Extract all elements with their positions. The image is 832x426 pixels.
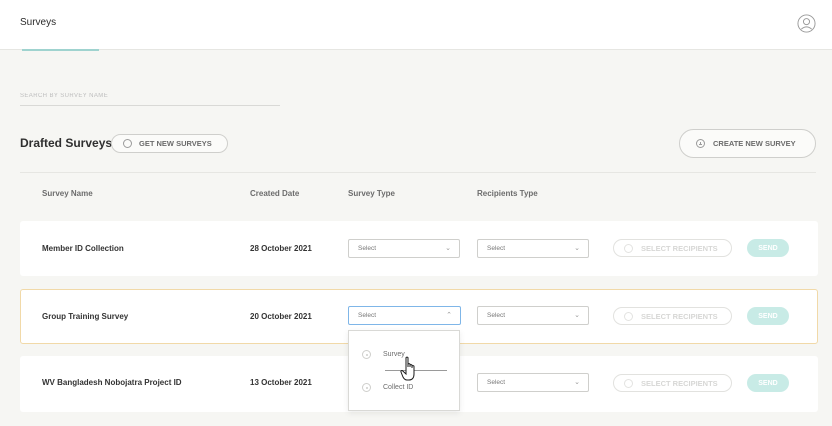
chevron-down-icon: ⌄ (574, 379, 580, 386)
plus-icon (624, 311, 633, 321)
send-button[interactable]: SEND (747, 307, 789, 325)
survey-name: Group Training Survey (42, 312, 129, 321)
chevron-up-icon: ⌃ (446, 312, 452, 319)
plus-icon (696, 139, 705, 148)
page-title: Surveys (20, 17, 57, 28)
dropdown-option-label: Collect ID (383, 384, 414, 391)
chevron-down-icon: ⌄ (445, 245, 451, 252)
section-title: Drafted Surveys (20, 136, 113, 150)
active-tab-indicator (22, 49, 99, 51)
survey-name: WV Bangladesh Nobojatra Project ID (42, 378, 182, 387)
recipients-type-select[interactable]: Select ⌄ (477, 306, 589, 325)
radio-icon (362, 383, 371, 392)
get-new-surveys-label: GET NEW SURVEYS (139, 139, 212, 148)
dropdown-option-collect-id[interactable]: Collect ID (362, 383, 413, 392)
hand-pointer-cursor-icon (400, 356, 415, 381)
select-recipients-button[interactable]: SELECT RECIPIENTS (613, 239, 732, 257)
column-header-recipients-type: Recipients Type (477, 189, 538, 198)
dropdown-option-survey[interactable]: Survey (362, 350, 405, 359)
top-bar: Surveys (0, 0, 832, 51)
send-button[interactable]: SEND (747, 374, 789, 392)
search-input[interactable] (20, 86, 280, 106)
recipients-type-value: Select (487, 245, 506, 252)
chevron-down-icon: ⌄ (574, 245, 580, 252)
recipients-type-select[interactable]: Select ⌄ (477, 373, 589, 392)
select-recipients-button[interactable]: SELECT RECIPIENTS (613, 307, 732, 325)
created-date: 28 October 2021 (250, 244, 312, 253)
select-recipients-button[interactable]: SELECT RECIPIENTS (613, 374, 732, 392)
survey-type-value: Select (358, 245, 377, 252)
select-recipients-label: SELECT RECIPIENTS (641, 378, 718, 388)
select-recipients-label: SELECT RECIPIENTS (641, 311, 718, 321)
column-header-survey-name: Survey Name (42, 189, 93, 198)
create-new-survey-label: CREATE NEW SURVEY (713, 139, 796, 148)
create-new-survey-button[interactable]: CREATE NEW SURVEY (679, 129, 816, 158)
survey-type-select[interactable]: Select ⌃ (348, 306, 461, 325)
user-avatar-icon[interactable] (797, 14, 816, 33)
chevron-down-icon: ⌄ (574, 312, 580, 319)
survey-type-select[interactable]: Select ⌄ (348, 239, 460, 258)
plus-icon (624, 243, 633, 253)
column-header-created-date: Created Date (250, 189, 300, 198)
survey-name: Member ID Collection (42, 244, 124, 253)
get-new-surveys-button[interactable]: GET NEW SURVEYS (111, 134, 228, 153)
survey-type-value: Select (358, 312, 377, 319)
table-row: Member ID Collection 28 October 2021 Sel… (20, 221, 818, 276)
search-field[interactable] (20, 84, 280, 106)
section-divider (20, 172, 816, 173)
send-button[interactable]: SEND (747, 239, 789, 257)
select-recipients-label: SELECT RECIPIENTS (641, 243, 718, 253)
recipients-type-value: Select (487, 312, 506, 319)
recipients-type-select[interactable]: Select ⌄ (477, 239, 589, 258)
column-header-survey-type: Survey Type (348, 189, 395, 198)
created-date: 13 October 2021 (250, 378, 312, 387)
refresh-icon (123, 139, 132, 148)
created-date: 20 October 2021 (250, 312, 312, 321)
radio-icon (362, 350, 371, 359)
recipients-type-value: Select (487, 379, 506, 386)
plus-icon (624, 378, 633, 388)
